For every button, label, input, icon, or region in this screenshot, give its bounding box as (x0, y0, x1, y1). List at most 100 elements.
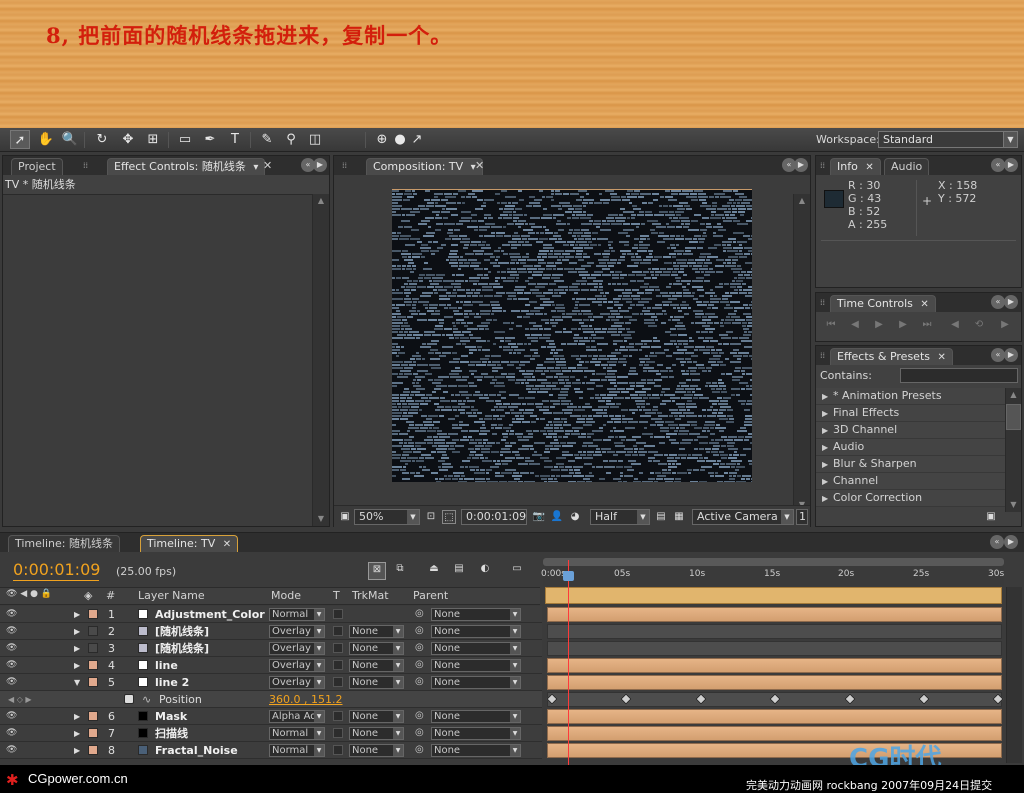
layer-row[interactable]: 👁 ▶ 7 扫描线 Normal ▼ None ▼ ◎ None ▼ (0, 725, 542, 742)
layer-duration-bar[interactable] (547, 624, 1002, 639)
label-color-swatch[interactable] (88, 626, 98, 636)
hand-tool-icon[interactable]: ✋ (36, 130, 56, 149)
live-update-icon[interactable]: ⊠ (368, 562, 386, 580)
effects-category-item[interactable]: ▶ 3D Channel (816, 422, 1005, 439)
work-area-bar[interactable] (545, 587, 1002, 604)
effects-category-item[interactable]: ▶ Channel (816, 473, 1005, 490)
close-icon[interactable]: ✕ (223, 537, 231, 553)
view-layout-dropdown[interactable]: 1 (796, 509, 808, 525)
current-time-display[interactable]: 0:00:01:09 (461, 509, 527, 525)
ram-preview-icon[interactable]: ▶ (998, 318, 1012, 332)
rectangle-tool-icon[interactable]: ▭ (175, 130, 195, 149)
preserve-transparency-checkbox[interactable] (333, 643, 343, 653)
show-snapshot-icon[interactable]: 👤 (550, 510, 564, 524)
expand-triangle-icon[interactable]: ▶ (74, 641, 80, 656)
parent-dropdown[interactable]: None ▼ (431, 625, 521, 638)
label-color-swatch[interactable] (88, 745, 98, 755)
timeline-current-time[interactable]: 0:00:01:09 (13, 560, 100, 579)
expand-triangle-icon[interactable]: ▶ (74, 726, 80, 741)
snapshot-icon[interactable]: 📷 (532, 510, 546, 524)
panel-flyout-icon[interactable]: ▶ (1004, 158, 1018, 172)
close-icon[interactable]: ✕ (938, 350, 946, 366)
clone-stamp-tool-icon[interactable]: ⚲ (281, 130, 301, 149)
expand-triangle-icon[interactable]: ▶ (822, 474, 830, 490)
layer-name[interactable]: 扫描线 (155, 726, 188, 741)
transparency-grid-icon[interactable]: ▦ (672, 510, 686, 524)
track-matte-dropdown[interactable]: None ▼ (349, 625, 404, 638)
panel-menu-icon[interactable]: « (991, 348, 1005, 362)
vertical-scrollbar[interactable]: ▲ ▼ (1005, 388, 1021, 512)
label-color-swatch[interactable] (88, 609, 98, 619)
column-header-parent[interactable]: Parent (413, 589, 448, 602)
layer-row[interactable]: 👁 ▶ 1 Adjustment_Color Normal ▼ ◎ None ▼ (0, 606, 542, 623)
type-tool-icon[interactable]: T (225, 130, 245, 149)
panel-grip-icon[interactable]: ⁞⁞ (820, 161, 830, 170)
tab-effect-controls[interactable]: Effect Controls: 随机线条 ▾ (107, 158, 266, 175)
scroll-up-icon[interactable]: ▲ (1006, 388, 1021, 402)
region-of-interest-icon[interactable]: ⬚ (442, 510, 456, 524)
expand-triangle-icon[interactable]: ▶ (74, 658, 80, 673)
preserve-transparency-checkbox[interactable] (333, 745, 343, 755)
effects-category-item[interactable]: ▶ * Animation Presets (816, 388, 1005, 405)
panel-grip-icon[interactable]: ⁞⁞ (83, 161, 93, 170)
tab-info[interactable]: Info ✕ (830, 158, 881, 175)
next-frame-icon[interactable]: ▶ (896, 318, 910, 332)
keyframe-nav-icon[interactable]: ◀ ◇ ▶ (8, 692, 32, 707)
layer-duration-bar[interactable] (547, 709, 1002, 724)
vertical-scrollbar[interactable]: ▲ ▼ (793, 194, 810, 512)
scroll-up-icon[interactable]: ▲ (313, 194, 329, 208)
pick-whip-icon[interactable]: ◎ (415, 744, 424, 755)
composition-viewer[interactable] (392, 190, 752, 482)
preserve-transparency-checkbox[interactable] (333, 609, 343, 619)
layer-row[interactable]: 👁 ▶ 8 Fractal_Noise Normal ▼ None ▼ ◎ None ▼ (0, 742, 542, 759)
eye-visibility-icon[interactable]: 👁 (6, 675, 17, 690)
tab-timeline-lines[interactable]: Timeline: 随机线条 (8, 535, 120, 552)
pick-whip-icon[interactable]: ◎ (415, 659, 424, 670)
previous-frame-icon[interactable]: ◀ (848, 318, 862, 332)
new-folder-icon[interactable]: ▣ (984, 510, 998, 524)
preserve-transparency-checkbox[interactable] (333, 711, 343, 721)
tab-composition[interactable]: Composition: TV ▾ (366, 158, 483, 175)
scroll-up-icon[interactable]: ▲ (794, 194, 810, 208)
pick-whip-icon[interactable]: ◎ (415, 608, 424, 619)
preserve-transparency-checkbox[interactable] (333, 626, 343, 636)
layer-row[interactable]: 👁 ▶ 4 line Overlay ▼ None ▼ ◎ None ▼ (0, 657, 542, 674)
expand-triangle-icon[interactable]: ▶ (74, 607, 80, 622)
blend-mode-dropdown[interactable]: Normal ▼ (269, 727, 325, 740)
panel-flyout-icon[interactable]: ▶ (1004, 295, 1018, 309)
layer-duration-bar[interactable] (547, 675, 1002, 690)
scroll-down-icon[interactable]: ▼ (1006, 498, 1021, 512)
effects-category-item[interactable]: ▶ Color Correction (816, 490, 1005, 507)
fast-previews-icon[interactable]: ▤ (654, 510, 668, 524)
column-header-trkmat[interactable]: TrkMat (352, 589, 389, 602)
timeline-scrollbar[interactable] (1006, 587, 1022, 763)
label-color-swatch[interactable] (88, 711, 98, 721)
resolution-dropdown[interactable]: Half ▼ (590, 509, 650, 525)
track-matte-dropdown[interactable]: None ▼ (349, 710, 404, 723)
layer-row[interactable]: 👁 ▶ 6 Mask Alpha Ad ▼ None ▼ ◎ None ▼ (0, 708, 542, 725)
track-matte-dropdown[interactable]: None ▼ (349, 642, 404, 655)
expand-triangle-icon[interactable]: ▶ (822, 491, 830, 507)
layer-name[interactable]: [随机线条] (155, 641, 209, 656)
panel-flyout-icon[interactable]: ▶ (1004, 535, 1018, 549)
loop-icon[interactable]: ⟲ (972, 318, 986, 332)
effects-search-input[interactable] (900, 368, 1018, 383)
parent-dropdown[interactable]: None ▼ (431, 642, 521, 655)
eye-visibility-icon[interactable]: 👁 (6, 743, 17, 758)
parent-dropdown[interactable]: None ▼ (431, 744, 521, 757)
always-preview-icon[interactable]: ▣ (338, 510, 352, 524)
expand-triangle-icon[interactable]: ▶ (74, 624, 80, 639)
effects-category-item[interactable]: ▶ Blur & Sharpen (816, 456, 1005, 473)
stopwatch-icon[interactable] (124, 694, 134, 704)
pick-whip-icon[interactable]: ◎ (415, 676, 424, 687)
pan-behind-tool-icon[interactable]: ⊞ (143, 130, 163, 149)
safe-zones-icon[interactable]: ⊡ (424, 510, 438, 524)
blend-mode-dropdown[interactable]: Overlay ▼ (269, 642, 325, 655)
draft-3d-icon[interactable]: ⧉ (393, 562, 407, 576)
parent-dropdown[interactable]: None ▼ (431, 710, 521, 723)
parent-dropdown[interactable]: None ▼ (431, 727, 521, 740)
close-tab-button[interactable]: ✕ (472, 158, 487, 175)
layer-row[interactable]: 👁 ▶ 2 [随机线条] Overlay ▼ None ▼ ◎ None ▼ (0, 623, 542, 640)
blend-mode-dropdown[interactable]: Normal ▼ (269, 744, 325, 757)
column-header-mode[interactable]: Mode (271, 589, 301, 602)
